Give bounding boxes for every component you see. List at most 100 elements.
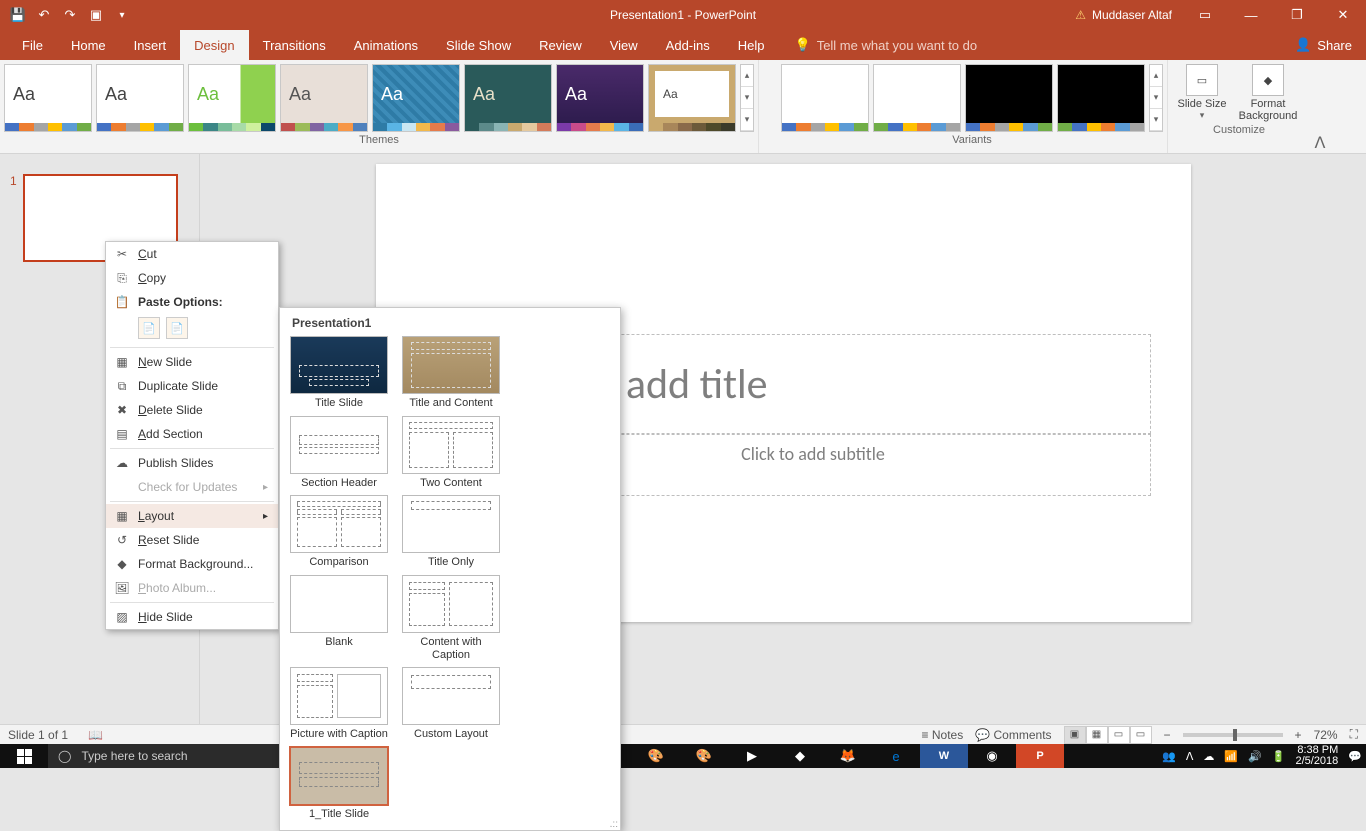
- ribbon-display-options-icon[interactable]: ▭: [1182, 0, 1228, 30]
- theme-thumbnail[interactable]: Aa: [280, 64, 368, 132]
- clock[interactable]: 8:38 PM 2/5/2018: [1295, 745, 1338, 767]
- menu-delete-slide[interactable]: ✖Delete Slide: [106, 398, 278, 422]
- slideshow-view-icon[interactable]: ▭: [1130, 726, 1152, 744]
- zoom-level[interactable]: 72%: [1314, 728, 1338, 742]
- notes-button[interactable]: ≡ Notes: [922, 728, 964, 742]
- restore-button[interactable]: ❐: [1274, 0, 1320, 30]
- layout-blank[interactable]: Blank: [290, 575, 388, 661]
- variant-thumbnail[interactable]: [873, 64, 961, 132]
- menu-reset-slide[interactable]: ↺Reset Slide: [106, 528, 278, 552]
- taskbar-app[interactable]: 🎨: [680, 744, 728, 768]
- minimize-button[interactable]: —: [1228, 0, 1274, 30]
- tab-insert[interactable]: Insert: [120, 30, 181, 60]
- tray-overflow-icon[interactable]: ᐱ: [1186, 750, 1194, 763]
- layout-custom[interactable]: Custom Layout: [402, 667, 500, 741]
- tab-view[interactable]: View: [596, 30, 652, 60]
- tell-me-search[interactable]: 💡 Tell me what you want to do: [785, 37, 988, 53]
- volume-icon[interactable]: 🔊: [1248, 750, 1262, 763]
- save-icon[interactable]: 💾: [6, 3, 30, 27]
- menu-new-slide[interactable]: ▦New Slide: [106, 350, 278, 374]
- format-background-button[interactable]: ◆ Format Background: [1234, 64, 1302, 122]
- powerpoint-icon[interactable]: P: [1016, 744, 1064, 768]
- taskbar-app[interactable]: ▶: [728, 744, 776, 768]
- taskbar-app[interactable]: 🎨: [632, 744, 680, 768]
- reading-view-icon[interactable]: ▭: [1108, 726, 1130, 744]
- layout-picture-with-caption[interactable]: Picture with Caption: [290, 667, 388, 741]
- theme-thumbnail[interactable]: Aa: [464, 64, 552, 132]
- layout-title-and-content[interactable]: Title and Content: [402, 336, 500, 410]
- menu-copy[interactable]: ⎘Copy: [106, 266, 278, 290]
- tab-home[interactable]: Home: [57, 30, 120, 60]
- redo-icon[interactable]: ↷: [58, 3, 82, 27]
- layout-gallery: Presentation1 Title Slide Title and Cont…: [279, 307, 621, 831]
- view-buttons: ▣ ▦ ▭ ▭: [1064, 726, 1152, 744]
- layout-two-content[interactable]: Two Content: [402, 416, 500, 490]
- fit-to-window-icon[interactable]: ⛶: [1350, 727, 1358, 742]
- menu-hide-slide[interactable]: ▨Hide Slide: [106, 605, 278, 629]
- firefox-icon[interactable]: 🦊: [824, 744, 872, 768]
- start-from-beginning-icon[interactable]: ▣: [84, 3, 108, 27]
- share-button[interactable]: 👤 Share: [1281, 37, 1366, 53]
- variant-thumbnail[interactable]: [1057, 64, 1145, 132]
- people-icon[interactable]: 👥: [1162, 750, 1176, 763]
- zoom-in-button[interactable]: +: [1295, 728, 1302, 742]
- menu-format-background[interactable]: ◆Format Background...: [106, 552, 278, 576]
- photo-album-icon: 🖼: [114, 580, 130, 596]
- theme-thumbnail[interactable]: Aa: [648, 64, 736, 132]
- menu-duplicate-slide[interactable]: ⧉Duplicate Slide: [106, 374, 278, 398]
- tab-addins[interactable]: Add-ins: [652, 30, 724, 60]
- menu-layout[interactable]: ▦Layout▸: [106, 504, 278, 528]
- variant-thumbnail[interactable]: [965, 64, 1053, 132]
- edge-icon[interactable]: e: [872, 744, 920, 768]
- resize-grip-icon[interactable]: .::: [610, 819, 618, 830]
- theme-thumbnail[interactable]: Aa: [556, 64, 644, 132]
- tab-review[interactable]: Review: [525, 30, 596, 60]
- theme-office[interactable]: Aa: [4, 64, 92, 132]
- variants-more-button[interactable]: ▴▾▾: [1149, 64, 1163, 132]
- collapse-ribbon-icon[interactable]: ᐱ: [1310, 60, 1330, 153]
- taskbar-app[interactable]: ◆: [776, 744, 824, 768]
- menu-add-section[interactable]: ▤Add Section: [106, 422, 278, 446]
- menu-separator: [110, 602, 274, 603]
- slide-size-button[interactable]: ▭ Slide Size ▾: [1176, 64, 1228, 122]
- undo-icon[interactable]: ↶: [32, 3, 56, 27]
- layout-1-title-slide[interactable]: 1_Title Slide: [290, 747, 388, 821]
- zoom-out-button[interactable]: −: [1164, 728, 1171, 742]
- tab-design[interactable]: Design: [180, 30, 248, 60]
- account-name[interactable]: ⚠ Muddaser Altaf: [1065, 8, 1182, 22]
- variant-thumbnail[interactable]: [781, 64, 869, 132]
- slide-sorter-view-icon[interactable]: ▦: [1086, 726, 1108, 744]
- theme-thumbnail[interactable]: Aa: [372, 64, 460, 132]
- layout-title-only[interactable]: Title Only: [402, 495, 500, 569]
- paste-use-destination-theme[interactable]: 📄: [138, 317, 160, 339]
- paste-keep-source-formatting[interactable]: 📄: [166, 317, 188, 339]
- close-button[interactable]: ✕: [1320, 0, 1366, 30]
- layout-section-header[interactable]: Section Header: [290, 416, 388, 490]
- taskbar-app[interactable]: ◉: [968, 744, 1016, 768]
- zoom-slider[interactable]: [1183, 733, 1283, 737]
- comments-button[interactable]: 💬 Comments: [975, 728, 1051, 742]
- layout-title-slide[interactable]: Title Slide: [290, 336, 388, 410]
- start-button[interactable]: [0, 744, 48, 768]
- layout-content-with-caption[interactable]: Content with Caption: [402, 575, 500, 661]
- action-center-icon[interactable]: 💬: [1348, 750, 1362, 763]
- layout-comparison[interactable]: Comparison: [290, 495, 388, 569]
- qat-customize-icon[interactable]: ▾: [110, 3, 134, 27]
- onedrive-icon[interactable]: ☁: [1203, 750, 1214, 763]
- normal-view-icon[interactable]: ▣: [1064, 726, 1086, 744]
- menu-publish-slides[interactable]: ☁Publish Slides: [106, 451, 278, 475]
- tab-file[interactable]: File: [8, 30, 57, 60]
- menu-cut[interactable]: ✂Cut: [106, 242, 278, 266]
- duplicate-icon: ⧉: [114, 378, 130, 394]
- battery-icon[interactable]: 🔋: [1272, 750, 1286, 763]
- tab-help[interactable]: Help: [724, 30, 779, 60]
- theme-thumbnail[interactable]: Aa: [188, 64, 276, 132]
- themes-more-button[interactable]: ▴▾▾: [740, 64, 754, 132]
- spell-check-icon[interactable]: 📖: [88, 728, 103, 742]
- network-icon[interactable]: 📶: [1224, 750, 1238, 763]
- tab-animations[interactable]: Animations: [340, 30, 432, 60]
- tab-slideshow[interactable]: Slide Show: [432, 30, 525, 60]
- word-icon[interactable]: W: [920, 744, 968, 768]
- tab-transitions[interactable]: Transitions: [249, 30, 340, 60]
- theme-thumbnail[interactable]: Aa: [96, 64, 184, 132]
